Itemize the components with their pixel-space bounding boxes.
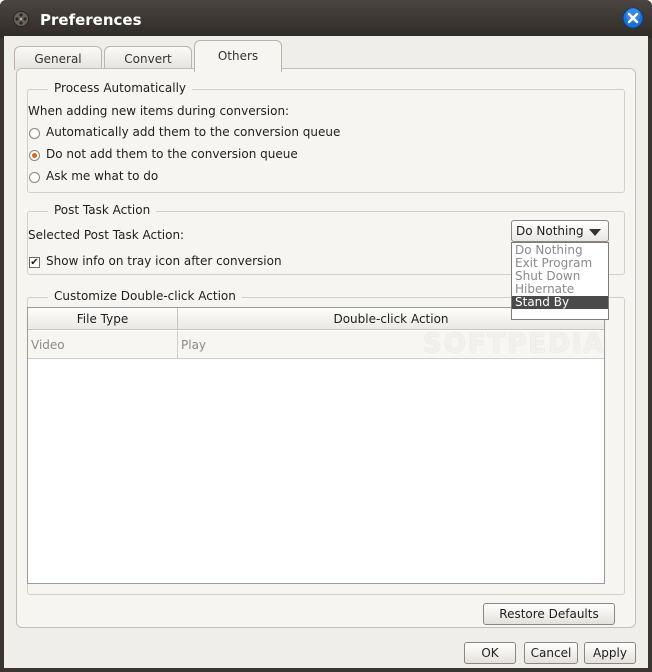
group-legend: Process Automatically [48,81,192,95]
column-header-label: File Type [76,312,129,326]
tab-general[interactable]: General [14,46,102,70]
radio-button[interactable] [29,128,40,139]
post-task-action-dropdown[interactable]: Do Nothing Exit Program Shut Down Hibern… [511,242,609,320]
radio-label[interactable]: Do not add them to the conversion queue [46,147,298,161]
preferences-window: Preferences General Convert Others Proce… [0,0,652,672]
select-value: Do Nothing [516,224,584,238]
double-click-table[interactable]: File Type Double-click Action Video Play [27,307,605,584]
film-reel-icon [13,11,29,27]
title-bar[interactable]: Preferences [0,0,652,38]
tab-label: Convert [124,52,172,66]
tab-label: Others [217,49,259,63]
checkbox-label[interactable]: Show info on tray icon after conversion [46,254,282,268]
group-legend: Post Task Action [48,203,157,217]
tab-convert[interactable]: Convert [104,46,192,70]
process-automatically-group: Process Automatically When adding new it… [27,81,625,193]
apply-button[interactable]: Apply [584,642,636,664]
ok-button[interactable]: OK [464,642,516,664]
cancel-button[interactable]: Cancel [524,642,578,664]
post-task-label: Selected Post Task Action: [28,228,185,242]
dropdown-option-highlighted[interactable]: Stand By [512,296,608,309]
group-legend: Customize Double-click Action [48,289,242,303]
dialog-client-area: General Convert Others Process Automatic… [4,36,648,668]
cell-file-type: Video [28,331,178,359]
radio-button[interactable] [29,150,40,161]
show-info-checkbox[interactable]: ✔ [29,257,40,268]
tab-label: General [34,52,82,66]
post-task-action-select[interactable]: Do Nothing [511,220,609,242]
window-title: Preferences [40,11,142,29]
radio-label[interactable]: Ask me what to do [46,169,158,183]
radio-button[interactable] [29,172,40,183]
column-header-file-type[interactable]: File Type [28,308,178,330]
conversion-prompt: When adding new items during conversion: [28,104,290,118]
chevron-down-icon[interactable] [589,229,601,236]
others-tab-panel: Process Automatically When adding new it… [16,68,636,628]
tab-others[interactable]: Others [194,40,282,72]
cell-action[interactable]: Play [178,331,604,359]
column-header-label: Double-click Action [333,312,449,326]
restore-defaults-button[interactable]: Restore Defaults [483,603,615,625]
radio-label[interactable]: Automatically add them to the conversion… [46,125,340,139]
close-icon[interactable] [622,7,644,29]
